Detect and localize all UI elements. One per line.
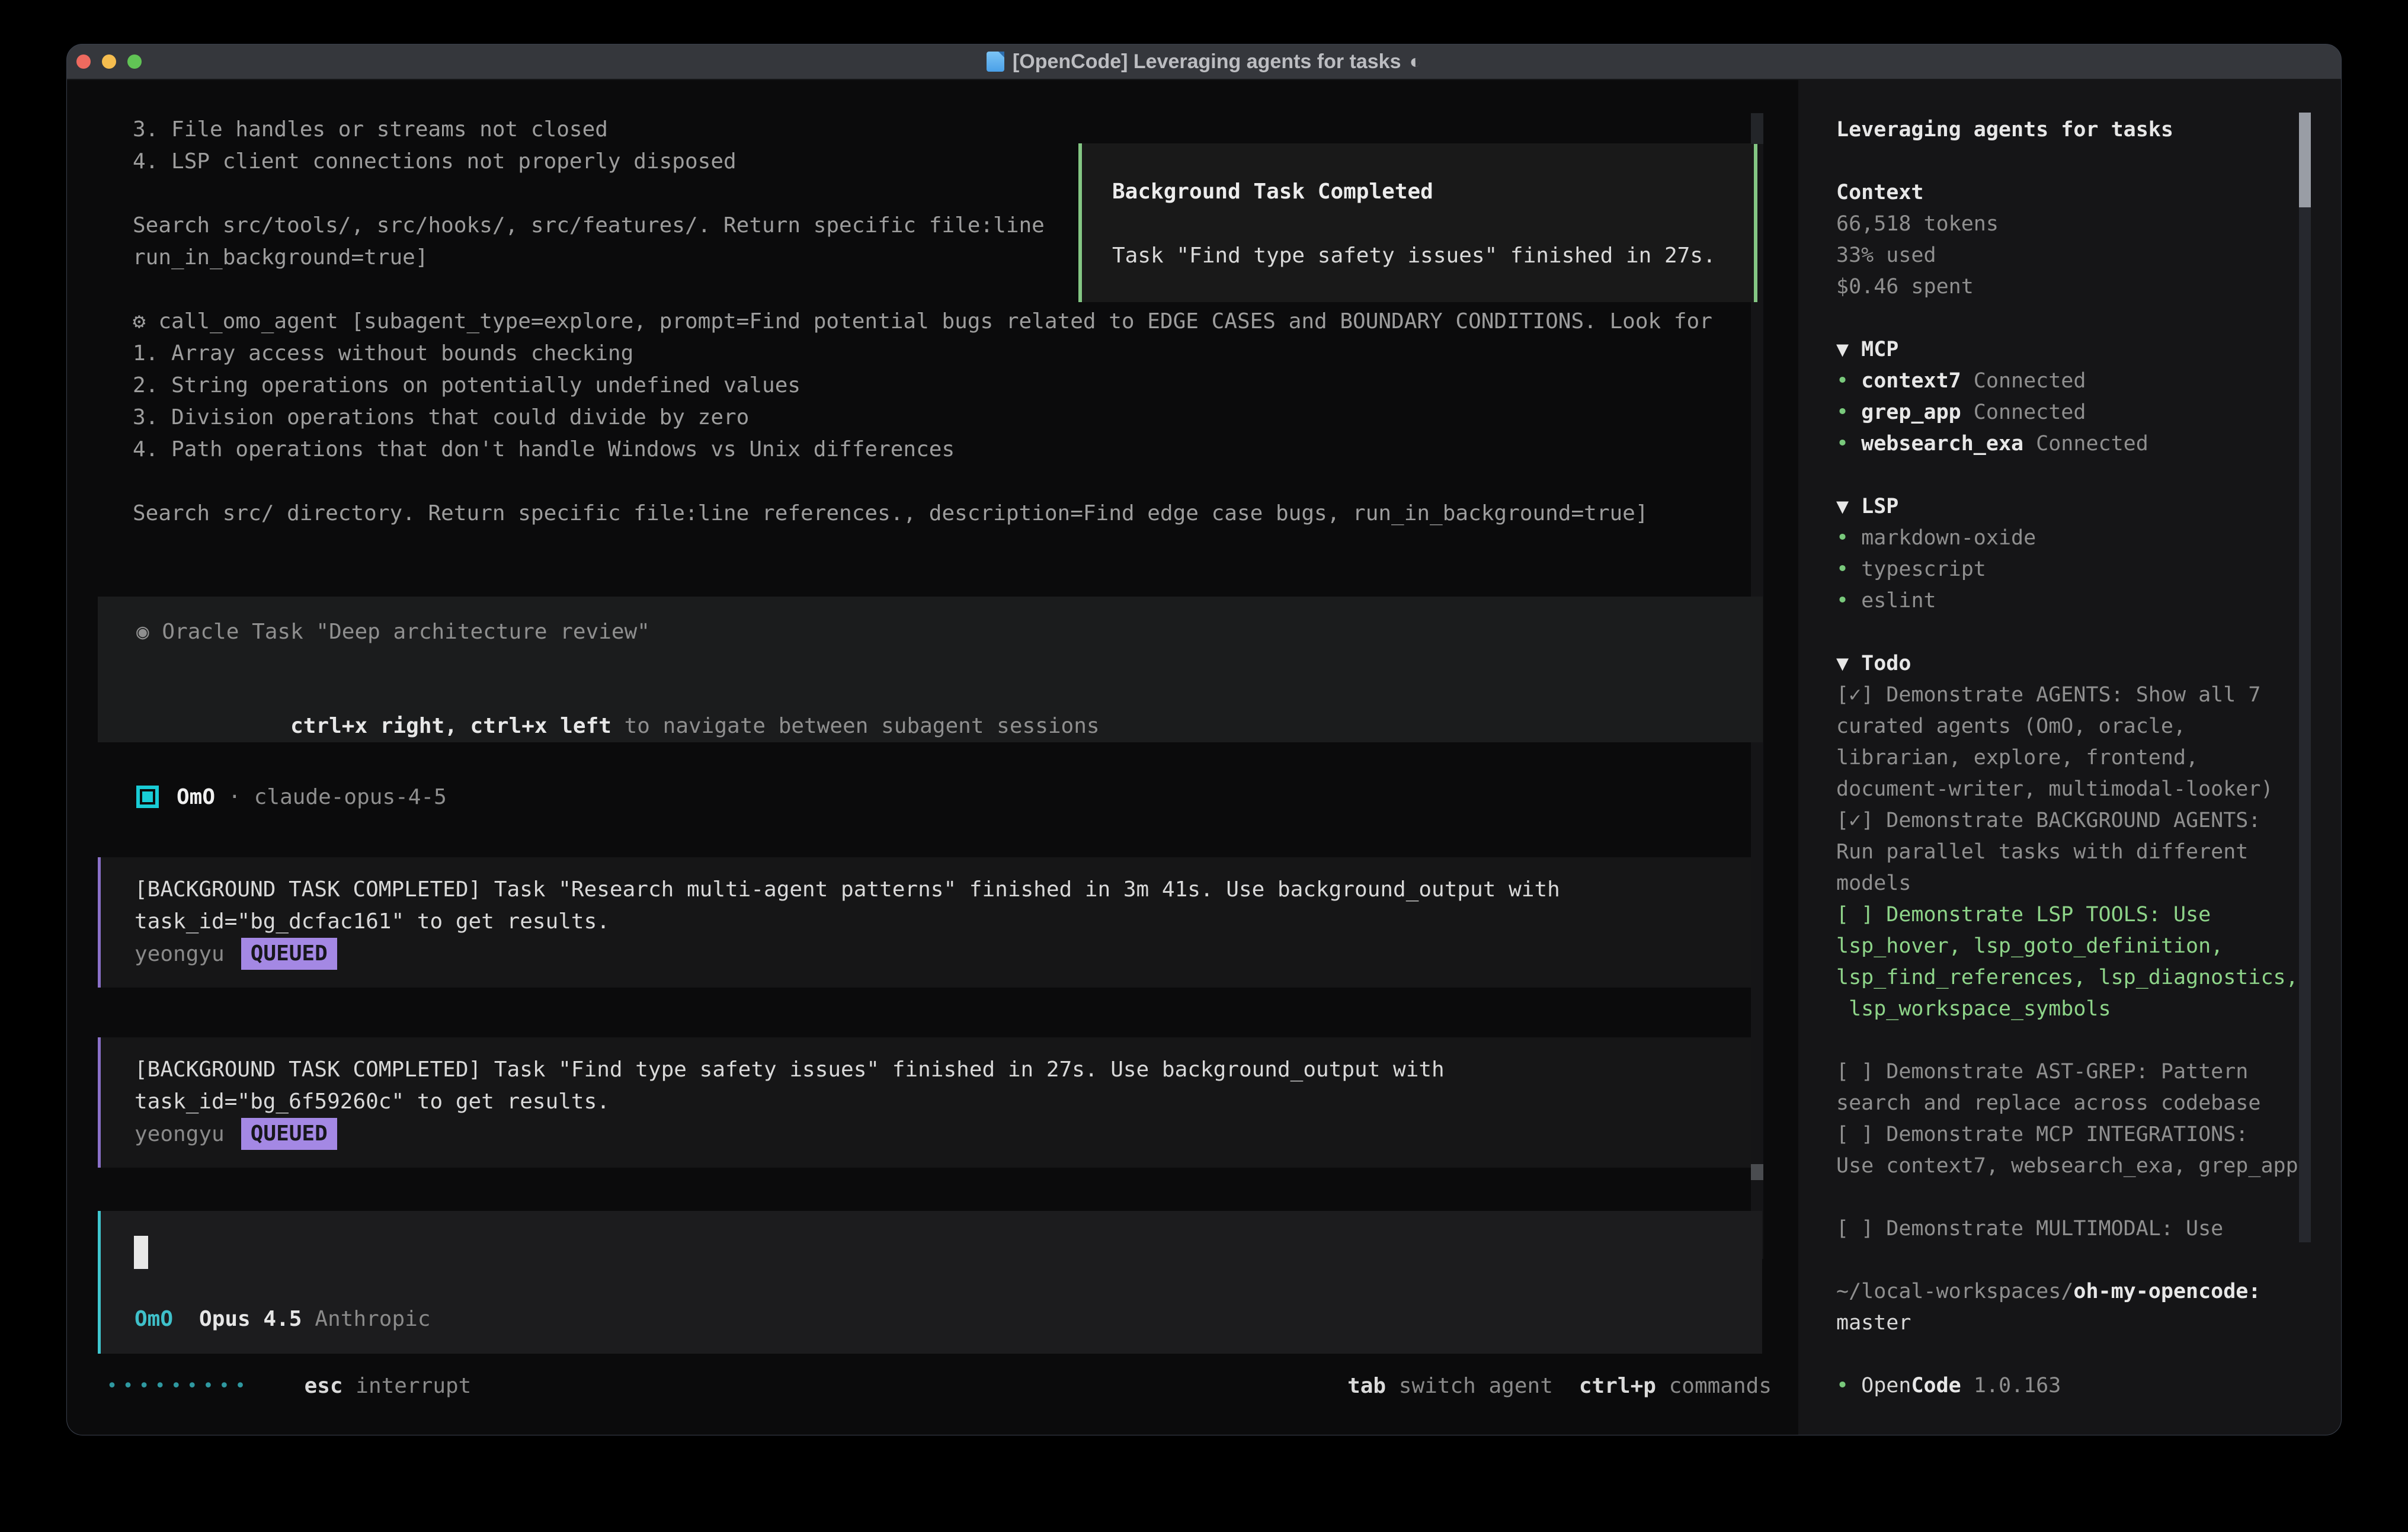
status-badge: QUEUED xyxy=(241,1118,337,1150)
titlebar: [OpenCode] Leveraging agents for tasks ◐ xyxy=(67,44,2341,80)
message-author: yeongyu xyxy=(135,1122,225,1146)
ctrl-p-key-hint[interactable]: ctrl+p xyxy=(1579,1374,1656,1398)
agent-name: OmO xyxy=(177,785,215,809)
sidebar-scrollbar-track[interactable] xyxy=(2299,113,2311,1242)
status-badge: QUEUED xyxy=(241,938,337,970)
session-state-icon: ◐ xyxy=(1410,50,1422,73)
chat-scrollbar-thumb[interactable] xyxy=(1751,1164,1763,1180)
oracle-task-box[interactable]: ◉ Oracle Task "Deep architecture review"… xyxy=(98,597,1763,742)
message-line: task_id="bg_6f59260c" to get results. xyxy=(135,1086,1751,1118)
oracle-task-label: ◉ Oracle Task "Deep architecture review" xyxy=(136,616,1763,648)
window-title: [OpenCode] Leveraging agents for tasks ◐ xyxy=(987,50,1421,73)
terminal-window: [OpenCode] Leveraging agents for tasks ◐… xyxy=(67,44,2341,1435)
selected-agent: OmO xyxy=(135,1307,173,1331)
text-cursor xyxy=(134,1236,148,1269)
background-task-toast[interactable]: Background Task Completed Task "Find typ… xyxy=(1078,143,1757,302)
status-bar: ••••••••• esc interrupt tab switch agent… xyxy=(67,1370,1798,1402)
close-window-button[interactable] xyxy=(76,55,91,69)
toast-title: Background Task Completed xyxy=(1112,176,1754,208)
message-line: [BACKGROUND TASK COMPLETED] Task "Resear… xyxy=(135,874,1751,906)
agent-model: claude-opus-4-5 xyxy=(254,785,447,809)
session-sidebar: Leveraging agents for tasks Context66,51… xyxy=(1798,80,2341,1435)
interrupt-label: interrupt xyxy=(356,1374,471,1398)
chat-area: 3. File handles or streams not closed4. … xyxy=(67,80,1798,1435)
message-line: task_id="bg_dcfac161" to get results. xyxy=(135,906,1751,938)
toast-body: Task "Find type safety issues" finished … xyxy=(1112,240,1754,272)
esc-key-hint[interactable]: esc xyxy=(305,1374,343,1398)
esc-key-label xyxy=(343,1374,356,1398)
oracle-task-hint: ctrl+x right, ctrl+x left to navigate be… xyxy=(136,678,1763,774)
commands-label: commands xyxy=(1656,1374,1772,1398)
chat-scrollbar-notch[interactable] xyxy=(1751,113,1763,144)
traffic-lights xyxy=(76,44,142,79)
sidebar-scrollbar-thumb[interactable] xyxy=(2299,113,2311,207)
tab-key-hint[interactable]: tab xyxy=(1347,1374,1386,1398)
model-selector[interactable]: OmO Opus 4.5 Anthropic xyxy=(135,1303,431,1335)
keyboard-shortcut: ctrl+x right, ctrl+x left xyxy=(290,714,611,738)
minimize-window-button[interactable] xyxy=(102,55,116,69)
agent-icon xyxy=(136,786,159,808)
message-author: yeongyu xyxy=(135,942,225,966)
window-title-text: [OpenCode] Leveraging agents for tasks xyxy=(1013,50,1401,73)
document-icon xyxy=(987,52,1004,72)
agent-header: OmO · claude-opus-4-5 xyxy=(136,779,447,815)
working-spinner-icon: ••••••••• xyxy=(107,1376,251,1396)
zoom-window-button[interactable] xyxy=(127,55,142,69)
message-line: [BACKGROUND TASK COMPLETED] Task "Find t… xyxy=(135,1054,1751,1086)
background-task-message[interactable]: [BACKGROUND TASK COMPLETED] Task "Resear… xyxy=(98,857,1751,988)
prompt-input[interactable]: OmO Opus 4.5 Anthropic xyxy=(98,1211,1762,1354)
separator-dot: · xyxy=(228,785,241,809)
model-provider: Anthropic xyxy=(315,1307,430,1331)
background-task-message[interactable]: [BACKGROUND TASK COMPLETED] Task "Find t… xyxy=(98,1037,1751,1168)
switch-agent-label: switch agent xyxy=(1386,1374,1553,1398)
selected-model: Opus 4.5 xyxy=(199,1307,302,1331)
sidebar-lines: Leveraging agents for tasks Context66,51… xyxy=(1836,114,2308,1402)
desktop: [OpenCode] Leveraging agents for tasks ◐… xyxy=(0,0,2408,1532)
